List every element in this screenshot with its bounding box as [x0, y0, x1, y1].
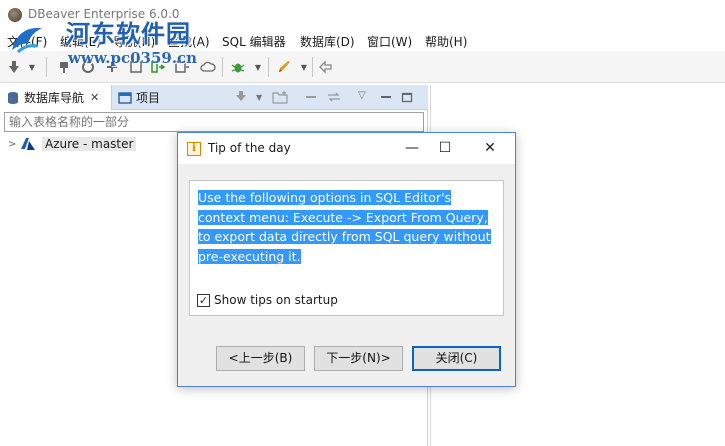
- menu-navigate[interactable]: 导航(N): [113, 33, 155, 50]
- maximize-icon[interactable]: [401, 90, 413, 107]
- title-bar: DBeaver Enterprise 6.0.0: [0, 0, 725, 29]
- view-menu-icon[interactable]: ▽: [358, 90, 366, 101]
- toolbar-separator: [312, 57, 313, 77]
- collapse-all-icon[interactable]: [304, 90, 318, 107]
- show-tips-checkbox[interactable]: ✓: [197, 293, 210, 307]
- toolbar-separator: [46, 57, 47, 77]
- toolbar-separator: [268, 57, 269, 77]
- cloud-icon[interactable]: [200, 59, 216, 75]
- show-tips-row[interactable]: ✓ Show tips on startup: [197, 293, 338, 307]
- transaction-mode-icon[interactable]: [150, 59, 166, 75]
- disconnect-icon[interactable]: [56, 59, 72, 75]
- menu-database[interactable]: 数据库(D): [300, 33, 355, 50]
- tab-database-navigator[interactable]: 数据库导航 ✕: [0, 85, 112, 110]
- connect-icon[interactable]: [234, 90, 248, 107]
- dropdown-icon[interactable]: ▼: [24, 59, 40, 75]
- close-icon[interactable]: ✕: [90, 91, 99, 104]
- dropdown-icon[interactable]: ▼: [256, 93, 262, 102]
- tree-item-azure-master[interactable]: > Azure - master: [8, 135, 137, 153]
- window-title: DBeaver Enterprise 6.0.0: [28, 7, 180, 21]
- dbeaver-logo-icon: [8, 8, 22, 22]
- menu-edit[interactable]: 编辑(E): [60, 33, 101, 50]
- back-icon[interactable]: [318, 59, 334, 75]
- tip-content-box[interactable]: Use the following options in SQL Editor'…: [189, 180, 504, 316]
- rollback-icon[interactable]: [128, 59, 144, 75]
- next-button[interactable]: 下一步(N)>: [314, 346, 403, 371]
- minimize-button[interactable]: —: [401, 138, 423, 158]
- dropdown-icon[interactable]: ▼: [296, 59, 312, 75]
- new-folder-icon[interactable]: [272, 90, 288, 107]
- tip-line: Use the following options in SQL Editor'…: [198, 190, 452, 205]
- menu-file[interactable]: 文件(F): [7, 33, 47, 50]
- show-tips-label: Show tips on startup: [214, 293, 338, 307]
- navigator-tab-bar: 数据库导航 ✕ 项目 ▼ ▽: [0, 85, 428, 110]
- info-icon: i: [187, 142, 201, 156]
- menu-help[interactable]: 帮助(H): [425, 33, 467, 50]
- menu-sql-editor[interactable]: SQL 编辑器: [222, 33, 286, 50]
- menu-window[interactable]: 窗口(W): [367, 33, 412, 50]
- menu-search[interactable]: 查找(A): [168, 33, 210, 50]
- table-filter-input[interactable]: [4, 112, 424, 132]
- tab-database-navigator-label: 数据库导航: [24, 91, 85, 105]
- maximize-button[interactable]: ☐: [434, 138, 456, 158]
- new-connection-icon[interactable]: [6, 59, 22, 75]
- minimize-icon[interactable]: [380, 90, 392, 107]
- tree-item-label: Azure - master: [42, 137, 137, 151]
- tip-line: context menu: Execute -> Export From Que…: [198, 209, 488, 225]
- dialog-title: Tip of the day: [208, 141, 291, 155]
- debug-icon[interactable]: [230, 59, 246, 75]
- tip-line: pre-executing it.: [198, 248, 301, 264]
- tab-projects-label: 项目: [136, 91, 161, 105]
- close-button[interactable]: ✕: [479, 138, 501, 158]
- tip-line: to export data directly from SQL query w…: [198, 229, 491, 244]
- dropdown-icon[interactable]: ▼: [250, 59, 266, 75]
- azure-icon: [21, 138, 35, 150]
- tip-of-the-day-dialog: i Tip of the day — ☐ ✕ Use the following…: [177, 132, 516, 387]
- project-icon: [118, 91, 132, 104]
- main-toolbar: ▼ ▼ ▼: [0, 51, 725, 83]
- transaction-log-icon[interactable]: [174, 59, 190, 75]
- dialog-title-bar: i Tip of the day — ☐ ✕: [178, 133, 515, 164]
- close-dialog-button[interactable]: 关闭(C): [412, 346, 501, 371]
- commit-icon[interactable]: [104, 59, 120, 75]
- previous-button[interactable]: <上一步(B): [216, 346, 305, 371]
- link-with-editor-icon[interactable]: [326, 90, 342, 107]
- toolbar-separator: [222, 57, 223, 77]
- run-icon[interactable]: [276, 59, 292, 75]
- tip-text[interactable]: Use the following options in SQL Editor'…: [198, 188, 498, 266]
- database-icon: [8, 91, 18, 104]
- expand-arrow-icon[interactable]: >: [8, 139, 20, 150]
- menu-bar: 文件(F) 编辑(E) 导航(N) 查找(A) SQL 编辑器 数据库(D) 窗…: [0, 29, 725, 51]
- tab-projects[interactable]: 项目: [114, 85, 160, 110]
- invalidate-icon[interactable]: [80, 59, 96, 75]
